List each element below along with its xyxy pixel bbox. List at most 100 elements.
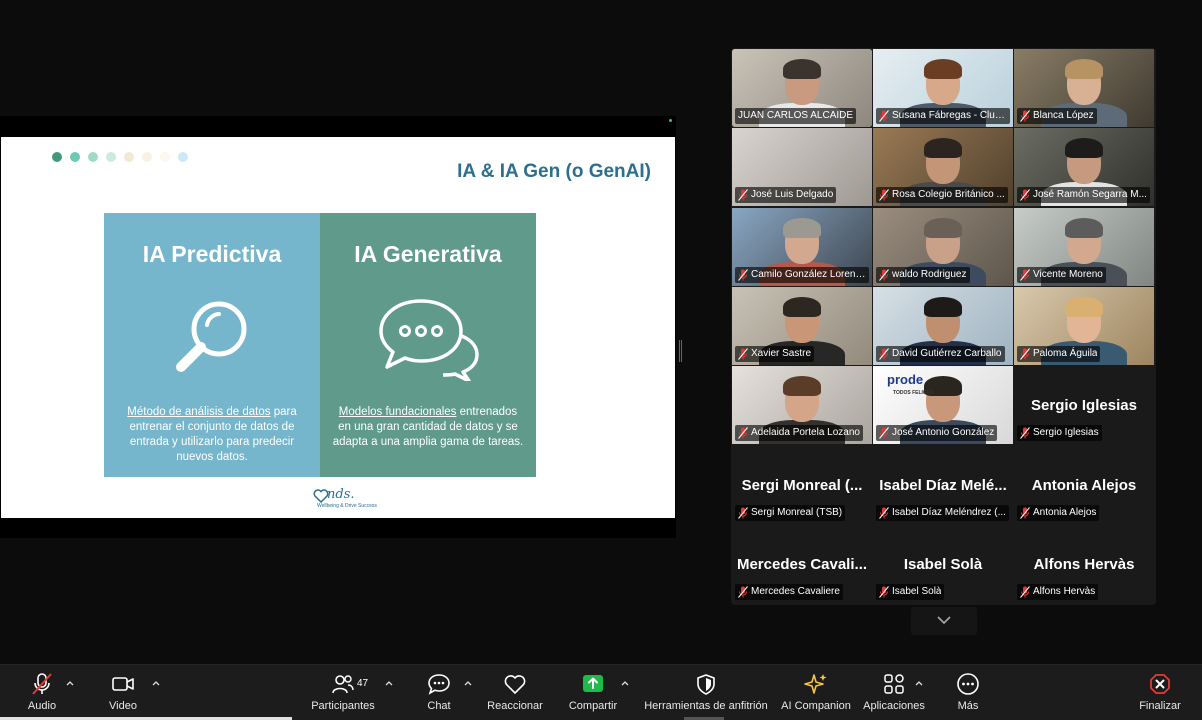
participant-tile[interactable]: David Gutiérrez Carballo — [873, 286, 1013, 365]
react-label: Reaccionar — [487, 700, 543, 712]
audio-options-caret-icon[interactable] — [65, 679, 75, 687]
generative-ai-panel: IA Generativa Modelos fundacionales entr… — [320, 213, 536, 477]
muted-mic-icon — [879, 348, 889, 360]
predictive-ai-panel: IA Predictiva Método de análisis de dato… — [104, 213, 320, 477]
participant-name-label: Isabel Díaz Meléndrez (... — [876, 504, 1009, 521]
participant-tile[interactable]: waldo Rodriguez — [873, 207, 1013, 286]
muted-mic-icon — [1020, 189, 1030, 202]
participant-name: José Antonio González — [892, 427, 995, 439]
react-button[interactable]: Reaccionar — [486, 671, 544, 715]
participant-name: Camilo González Lorenzo — [751, 268, 866, 280]
muted-mic-icon — [1020, 348, 1030, 360]
share-options-caret-icon[interactable] — [620, 679, 630, 687]
person-hair — [783, 376, 821, 397]
apps-button[interactable]: Aplicaciones — [862, 671, 926, 715]
camera-icon — [111, 671, 135, 697]
audio-button[interactable]: Audio — [25, 671, 59, 715]
participant-name: José Luis Delgado — [751, 189, 834, 201]
participant-tile[interactable]: Adelaida Portela Lozano — [732, 366, 872, 445]
gallery-next-page[interactable] — [911, 607, 977, 635]
muted-mic-icon — [1020, 585, 1030, 598]
muted-mic-icon — [738, 506, 748, 519]
participant-tile[interactable]: Alfons Hervàs Alfons Hervàs — [1014, 524, 1154, 603]
participant-tile[interactable]: Sergio Iglesias Sergio Iglesias — [1014, 366, 1154, 445]
decorative-dot — [124, 152, 134, 162]
video-options-caret-icon[interactable] — [151, 679, 161, 687]
person-hair — [1065, 138, 1103, 159]
participant-name-label: David Gutiérrez Carballo — [876, 345, 1005, 362]
participant-tile[interactable]: Antonia Alejos Antonia Alejos — [1014, 445, 1154, 524]
participant-name-label: Xavier Sastre — [735, 345, 815, 362]
muted-mic-icon — [1020, 268, 1030, 281]
resize-handle[interactable] — [679, 340, 682, 362]
video-button[interactable]: Video — [106, 671, 140, 715]
participants-count: 47 — [357, 678, 369, 689]
more-dots-icon — [956, 671, 980, 697]
participant-name: Isabel Solà — [892, 585, 942, 597]
participant-name-label: Mercedes Cavaliere — [735, 583, 843, 600]
participant-tile[interactable]: Camilo González Lorenzo — [732, 207, 872, 286]
host-tools-button[interactable]: Herramientas de anfitrión — [642, 671, 770, 715]
participant-tile[interactable]: Sergi Monreal (... Sergi Monreal (TSB) — [732, 445, 872, 524]
chat-options-caret-icon[interactable] — [463, 679, 473, 687]
participant-tile[interactable]: prode TODOS FELICES José Antonio González — [873, 366, 1013, 445]
muted-mic-icon — [738, 585, 748, 598]
shared-screen[interactable]: IA & IA Gen (o GenAI) IA Predictiva Méto… — [0, 116, 676, 538]
participant-name: Rosa Colegio Británico ... — [892, 189, 1005, 201]
participant-name: Isabel Díaz Meléndrez (... — [892, 506, 1006, 518]
participant-tile[interactable]: Isabel Solà Isabel Solà — [873, 524, 1013, 603]
participants-options-caret-icon[interactable] — [384, 679, 394, 687]
participant-name-display: Alfons Hervàs — [1033, 555, 1135, 573]
participant-tile[interactable]: Vicente Moreno — [1014, 207, 1154, 286]
meeting-toolbar: Audio Video Participantes 47 Chat Reacci… — [0, 664, 1202, 720]
participant-name: José Ramón Segarra M... — [1033, 189, 1147, 201]
participant-tile[interactable]: Paloma Águila — [1014, 286, 1154, 365]
participant-name: JUAN CARLOS ALCAIDE — [738, 110, 854, 121]
predictive-description: Método de análisis de datos para entrena… — [116, 405, 308, 465]
participants-icon — [331, 671, 355, 697]
participant-tile[interactable]: JUAN CARLOS ALCAIDE — [732, 49, 872, 127]
participant-tile[interactable]: Rosa Colegio Británico ... — [873, 128, 1013, 207]
muted-mic-icon — [1020, 506, 1030, 519]
more-button[interactable]: Más — [954, 671, 982, 715]
decorative-dot — [106, 152, 116, 162]
apps-options-caret-icon[interactable] — [914, 679, 924, 687]
participant-name-display: Mercedes Cavali... — [736, 555, 868, 573]
participants-label: Participantes — [311, 700, 375, 712]
participant-name-label: Alfons Hervàs — [1017, 583, 1099, 600]
muted-mic-icon — [738, 348, 748, 360]
decorative-dot — [88, 152, 98, 162]
participant-name: Sergio Iglesias — [1033, 427, 1099, 439]
participant-tile[interactable]: José Luis Delgado — [732, 128, 872, 207]
participant-name-display: Isabel Díaz Melé... — [879, 476, 1007, 494]
muted-mic-icon — [30, 671, 54, 697]
participant-name-label: Adelaida Portela Lozano — [735, 425, 863, 442]
muted-mic-icon — [879, 110, 889, 122]
person-hair — [924, 217, 962, 238]
participant-name-label: Vicente Moreno — [1017, 266, 1106, 283]
participant-tile[interactable]: Blanca López — [1014, 49, 1154, 127]
presentation-slide: IA & IA Gen (o GenAI) IA Predictiva Méto… — [1, 137, 675, 518]
muted-mic-icon — [738, 189, 748, 202]
participant-name-label: Sergi Monreal (TSB) — [735, 504, 846, 521]
decorative-dots — [52, 152, 188, 162]
participant-name-label: José Ramón Segarra M... — [1017, 187, 1150, 204]
muted-mic-icon — [1020, 427, 1030, 440]
participant-tile[interactable]: Susana Fábregas - Club... — [873, 49, 1013, 127]
chat-button[interactable]: Chat — [424, 671, 454, 715]
participant-tile[interactable]: Mercedes Cavali... Mercedes Cavaliere — [732, 524, 872, 603]
participant-name-label: Sergio Iglesias — [1017, 425, 1102, 442]
share-screen-button[interactable]: Compartir — [566, 671, 620, 715]
end-meeting-icon — [1149, 671, 1171, 697]
person-hair — [783, 59, 821, 79]
logo-subtitle: Wellbeing & Drive Success — [317, 503, 377, 509]
participant-tile[interactable]: Xavier Sastre — [732, 286, 872, 365]
ai-companion-button[interactable]: AI Companion — [780, 671, 852, 715]
participant-tile[interactable]: José Ramón Segarra M... — [1014, 128, 1154, 207]
decorative-dot — [178, 152, 188, 162]
end-meeting-button[interactable]: Finalizar — [1137, 671, 1183, 715]
chevron-down-icon — [937, 616, 951, 625]
participant-tile[interactable]: Isabel Díaz Melé... Isabel Díaz Meléndrez… — [873, 445, 1013, 524]
logo-text: nds. — [327, 487, 355, 502]
person-hair — [783, 217, 821, 238]
